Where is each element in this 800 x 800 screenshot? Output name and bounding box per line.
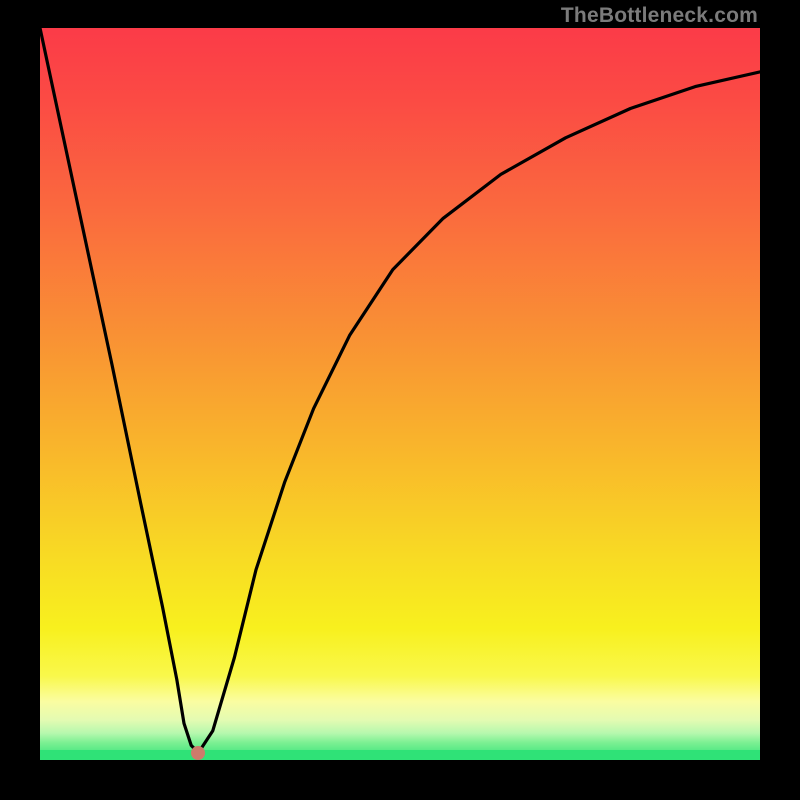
chart-frame: TheBottleneck.com: [0, 0, 800, 800]
plot-area: [40, 28, 760, 760]
watermark-text: TheBottleneck.com: [561, 4, 758, 28]
optimal-point-marker: [191, 746, 205, 760]
